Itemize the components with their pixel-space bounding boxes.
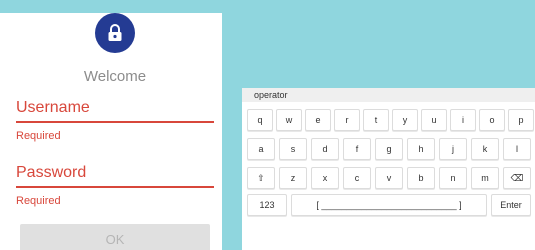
lock-badge bbox=[95, 13, 135, 53]
key-r[interactable]: r bbox=[334, 109, 360, 131]
ok-button[interactable]: OK bbox=[20, 224, 210, 250]
space-key[interactable]: [ ___________________________ ] bbox=[291, 194, 487, 216]
key-a[interactable]: a bbox=[247, 138, 275, 160]
keyboard-row-3: ⇧ z x c v b n m ⌫ bbox=[242, 167, 535, 189]
key-h[interactable]: h bbox=[407, 138, 435, 160]
username-field[interactable]: Username Required bbox=[16, 99, 214, 142]
welcome-heading: Welcome bbox=[83, 68, 147, 85]
keyboard-row-4: 123 [ ___________________________ ] Ente… bbox=[242, 194, 535, 216]
key-i[interactable]: i bbox=[450, 109, 476, 131]
virtual-keyboard: operator q w e r t y u i o p a s d f g h… bbox=[242, 88, 535, 250]
key-u[interactable]: u bbox=[421, 109, 447, 131]
shift-key-icon[interactable]: ⇧ bbox=[247, 167, 275, 189]
key-n[interactable]: n bbox=[439, 167, 467, 189]
key-j[interactable]: j bbox=[439, 138, 467, 160]
key-b[interactable]: b bbox=[407, 167, 435, 189]
key-l[interactable]: l bbox=[503, 138, 531, 160]
password-input[interactable]: Password bbox=[16, 164, 214, 188]
key-x[interactable]: x bbox=[311, 167, 339, 189]
keyboard-row-2: a s d f g h j k l bbox=[242, 138, 535, 160]
key-k[interactable]: k bbox=[471, 138, 499, 160]
key-w[interactable]: w bbox=[276, 109, 302, 131]
keyboard-input-preview: operator bbox=[242, 88, 535, 102]
numbers-key[interactable]: 123 bbox=[247, 194, 287, 216]
key-p[interactable]: p bbox=[508, 109, 534, 131]
key-v[interactable]: v bbox=[375, 167, 403, 189]
keyboard-row-1: q w e r t y u i o p bbox=[242, 109, 535, 131]
enter-key[interactable]: Enter bbox=[491, 194, 531, 216]
key-f[interactable]: f bbox=[343, 138, 371, 160]
key-q[interactable]: q bbox=[247, 109, 273, 131]
password-error: Required bbox=[16, 195, 61, 207]
key-t[interactable]: t bbox=[363, 109, 389, 131]
key-o[interactable]: o bbox=[479, 109, 505, 131]
password-field[interactable]: Password Required bbox=[16, 164, 214, 207]
key-c[interactable]: c bbox=[343, 167, 371, 189]
key-e[interactable]: e bbox=[305, 109, 331, 131]
login-card: Welcome Username Required Password Requi… bbox=[0, 13, 222, 250]
key-m[interactable]: m bbox=[471, 167, 499, 189]
key-z[interactable]: z bbox=[279, 167, 307, 189]
username-error: Required bbox=[16, 130, 61, 142]
key-s[interactable]: s bbox=[279, 138, 307, 160]
key-g[interactable]: g bbox=[375, 138, 403, 160]
username-input[interactable]: Username bbox=[16, 99, 214, 123]
backspace-key-icon[interactable]: ⌫ bbox=[503, 167, 531, 189]
key-d[interactable]: d bbox=[311, 138, 339, 160]
lock-icon bbox=[108, 24, 122, 41]
key-y[interactable]: y bbox=[392, 109, 418, 131]
